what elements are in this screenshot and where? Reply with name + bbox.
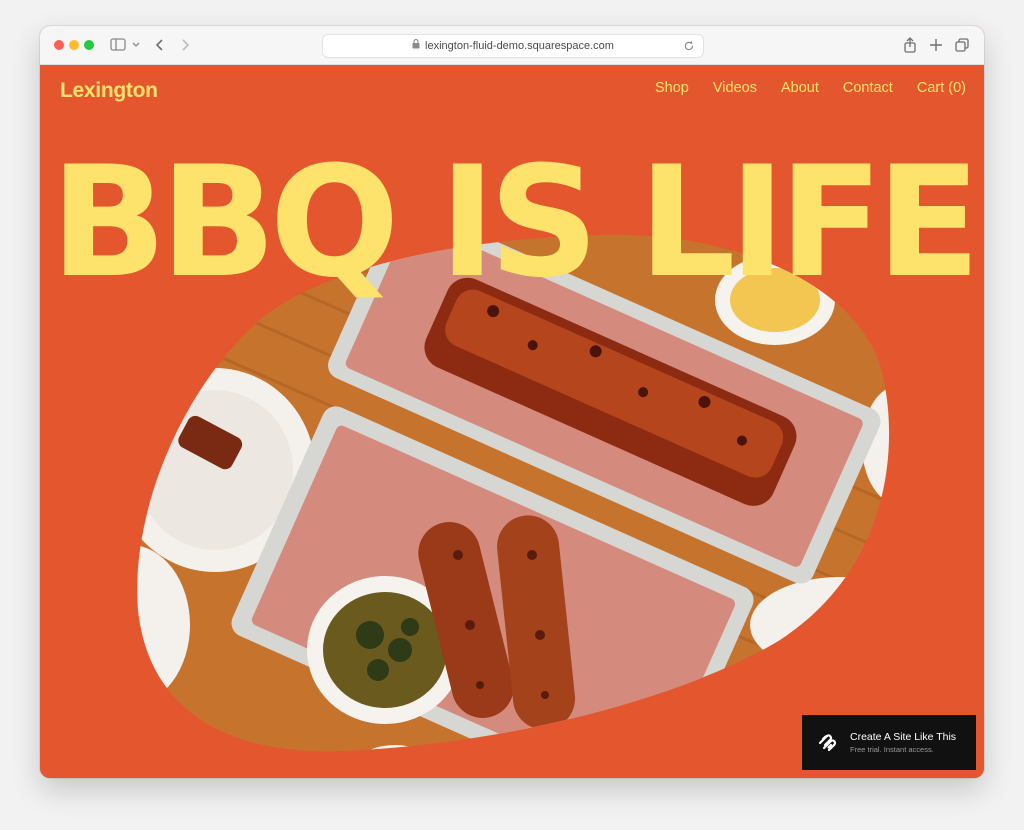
- chevron-down-icon[interactable]: [131, 35, 141, 55]
- address-bar[interactable]: lexington-fluid-demo.squarespace.com: [322, 34, 704, 58]
- url-text: lexington-fluid-demo.squarespace.com: [425, 40, 614, 52]
- nav-cart[interactable]: Cart (0): [917, 80, 966, 96]
- tabs-overview-icon[interactable]: [955, 35, 969, 55]
- nav-shop[interactable]: Shop: [655, 80, 689, 96]
- squarespace-logo-icon: [816, 731, 838, 753]
- zoom-window-button[interactable]: [84, 40, 94, 50]
- lock-icon: [412, 36, 420, 58]
- create-site-promo[interactable]: Create A Site Like This Free trial. Inst…: [802, 715, 976, 770]
- promo-title: Create A Site Like This: [850, 731, 957, 743]
- browser-toolbar: lexington-fluid-demo.squarespace.com: [40, 26, 984, 65]
- site-logo[interactable]: Lexington: [60, 79, 158, 103]
- main-nav: Shop Videos About Contact Cart (0): [655, 80, 966, 96]
- nav-contact[interactable]: Contact: [843, 80, 893, 96]
- share-icon[interactable]: [903, 35, 917, 55]
- nav-videos[interactable]: Videos: [713, 80, 757, 96]
- minimize-window-button[interactable]: [69, 40, 79, 50]
- back-arrow-icon[interactable]: [154, 35, 166, 55]
- promo-subtitle: Free trial. Instant access.: [850, 745, 934, 754]
- reload-icon[interactable]: [683, 35, 695, 64]
- close-window-button[interactable]: [54, 40, 64, 50]
- sidebar-icon[interactable]: [110, 35, 126, 55]
- nav-about[interactable]: About: [781, 80, 819, 96]
- plus-icon[interactable]: [930, 35, 942, 55]
- browser-window: lexington-fluid-demo.squarespace.com Lex…: [40, 26, 984, 778]
- hero-title: BBQ IS LIFE: [50, 134, 980, 312]
- site-page: Lexington Shop Videos About Contact Cart…: [40, 65, 984, 778]
- forward-arrow-icon[interactable]: [179, 35, 191, 55]
